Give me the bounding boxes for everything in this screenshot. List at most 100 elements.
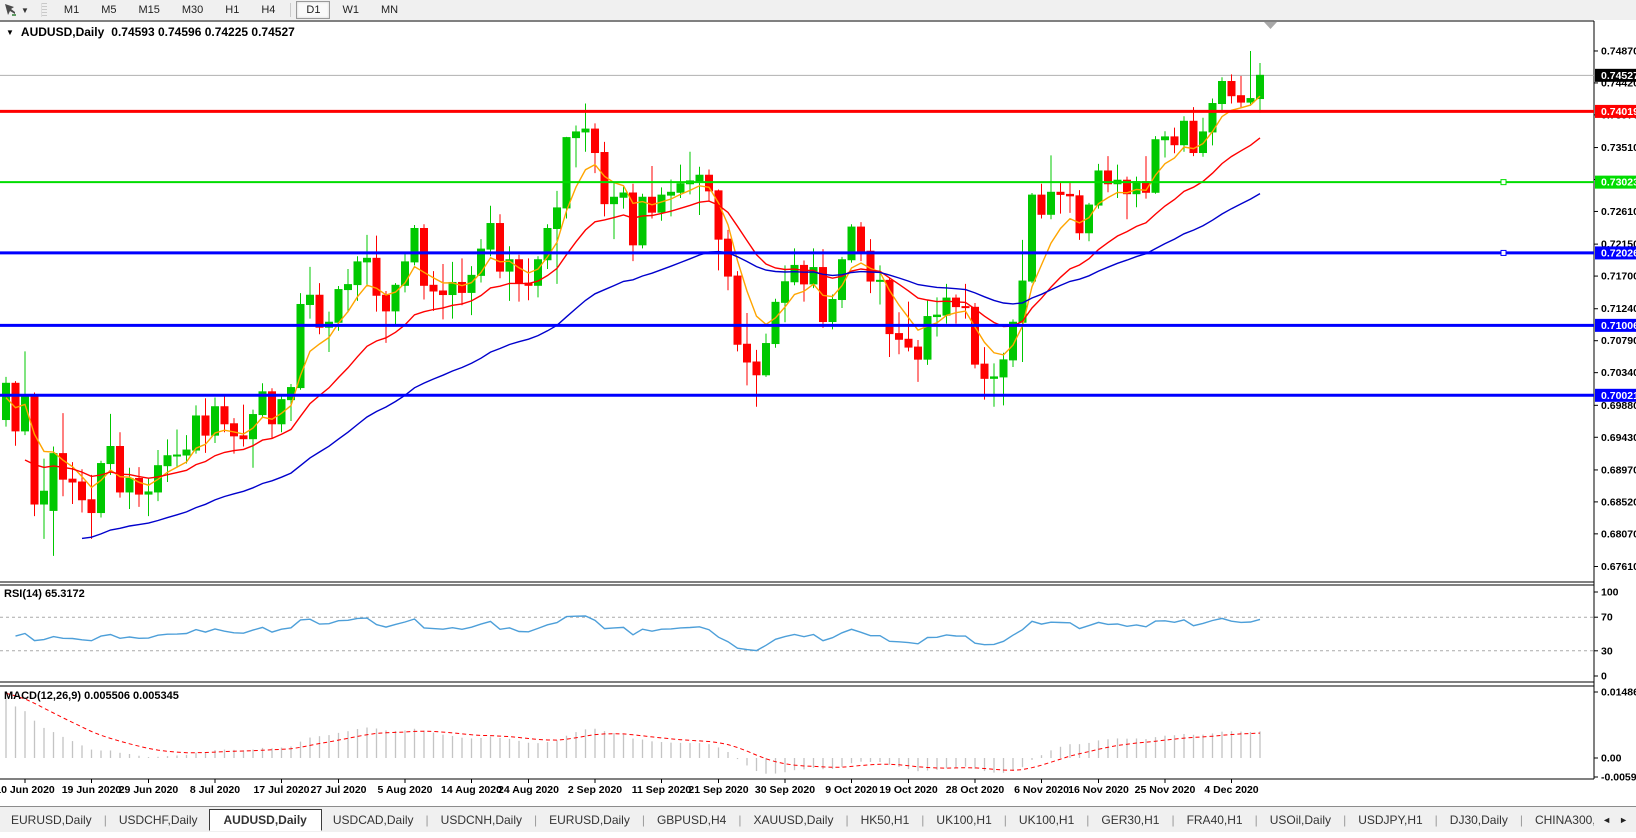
- candle-body: [620, 193, 627, 197]
- date-label: 19 Oct 2020: [879, 784, 938, 796]
- candle-body: [164, 456, 171, 466]
- timeframe-d1[interactable]: D1: [296, 1, 330, 19]
- tab-scroll-right-icon[interactable]: ►: [1619, 815, 1628, 825]
- candle-body: [31, 397, 38, 504]
- tab-xauusd-daily[interactable]: XAUUSD,Daily: [742, 809, 844, 831]
- candle-body: [896, 334, 903, 340]
- date-label: 24 Aug 2020: [498, 784, 559, 796]
- timeframe-h1[interactable]: H1: [215, 1, 249, 19]
- toolbar-grip[interactable]: [41, 3, 47, 17]
- tab-audusd-daily[interactable]: AUDUSD,Daily: [209, 809, 322, 831]
- tab-eurusd-daily[interactable]: EURUSD,Daily: [538, 809, 641, 831]
- candle-body: [354, 262, 361, 285]
- tab-usdjpy-h1[interactable]: USDJPY,H1: [1347, 809, 1433, 831]
- tab-ger30-h1[interactable]: GER30,H1: [1090, 809, 1170, 831]
- tab-uk100-h1[interactable]: UK100,H1: [1008, 809, 1085, 831]
- tab-eurusd-daily[interactable]: EURUSD,Daily: [0, 809, 103, 831]
- tab-hk50-h1[interactable]: HK50,H1: [850, 809, 921, 831]
- timeframe-m1[interactable]: M1: [54, 1, 89, 19]
- candle-body: [1247, 99, 1254, 103]
- chart-background: [0, 20, 1636, 806]
- candle-body: [972, 307, 979, 364]
- rsi-axis-label: 30: [1601, 645, 1613, 657]
- date-label: 4 Dec 2020: [1204, 784, 1258, 796]
- candle-body: [924, 317, 931, 360]
- chart-area[interactable]: 0.748700.744200.739700.735100.730600.726…: [0, 20, 1636, 806]
- tab-usdcnh-daily[interactable]: USDCNH,Daily: [430, 809, 533, 831]
- chart-tool-button[interactable]: ▼: [0, 3, 35, 17]
- candle-body: [563, 138, 570, 208]
- price-axis-label: 0.71240: [1601, 303, 1636, 315]
- candle-body: [107, 447, 114, 464]
- price-axis-label: 0.73510: [1601, 142, 1636, 154]
- candle-body: [782, 282, 789, 303]
- candle-body: [1095, 171, 1102, 205]
- tab-usdchf-daily[interactable]: USDCHF,Daily: [108, 809, 209, 831]
- badge-text: 0.71006: [1601, 320, 1636, 332]
- candle-body: [335, 290, 342, 323]
- candle-body: [516, 260, 523, 283]
- candle-body: [668, 192, 675, 195]
- candle-body: [753, 362, 760, 375]
- candle-body: [848, 227, 855, 260]
- date-label: 5 Aug 2020: [377, 784, 432, 796]
- badge-text: 0.73023: [1601, 177, 1636, 189]
- price-axis-label: 0.68520: [1601, 496, 1636, 508]
- candle-body: [725, 239, 732, 276]
- candle-body: [459, 282, 466, 292]
- rsi-label: RSI(14) 65.3172: [4, 588, 85, 600]
- tab-gbpusd-h4[interactable]: GBPUSD,H4: [646, 809, 737, 831]
- price-axis-label: 0.74870: [1601, 45, 1636, 57]
- date-label: 9 Oct 2020: [825, 784, 878, 796]
- current-price-badge: 0.74527: [1595, 69, 1636, 82]
- candle-body: [1038, 195, 1045, 214]
- price-axis-label: 0.69430: [1601, 432, 1636, 444]
- date-label: 19 Jun 2020: [62, 784, 122, 796]
- tab-uk100-h1[interactable]: UK100,H1: [925, 809, 1002, 831]
- tab-usdcad-daily[interactable]: USDCAD,Daily: [322, 809, 425, 831]
- timeframe-m30[interactable]: M30: [172, 1, 213, 19]
- candle-body: [1219, 82, 1226, 104]
- candle-body: [221, 407, 228, 424]
- tab-fra40-h1[interactable]: FRA40,H1: [1176, 809, 1254, 831]
- candle-body: [1257, 75, 1264, 98]
- chevron-down-icon[interactable]: ▼: [21, 6, 29, 15]
- candle-body: [1238, 96, 1245, 102]
- timeframe-mn[interactable]: MN: [371, 1, 408, 19]
- timeframe-m15[interactable]: M15: [128, 1, 169, 19]
- tab-dj30-daily[interactable]: DJ30,Daily: [1439, 809, 1519, 831]
- candle-body: [183, 450, 190, 455]
- tab-china300-h1[interactable]: CHINA300,H1: [1524, 809, 1594, 831]
- timeframe-m5[interactable]: M5: [91, 1, 126, 19]
- price-badge-0.70021: 0.70021: [1595, 389, 1636, 402]
- macd-label: MACD(12,26,9) 0.005506 0.005345: [4, 690, 179, 702]
- timeframe-h4[interactable]: H4: [251, 1, 285, 19]
- candle-body: [487, 224, 494, 250]
- candle-body: [497, 224, 504, 272]
- candle-body: [1171, 137, 1178, 145]
- candle-body: [582, 129, 589, 132]
- macd-axis-label: -0.005938: [1601, 772, 1636, 784]
- candle-body: [772, 302, 779, 343]
- candle-body: [1181, 121, 1188, 144]
- candle-body: [696, 175, 703, 181]
- candle-body: [905, 339, 912, 347]
- candle-body: [991, 377, 998, 378]
- price-axis-label: 0.68070: [1601, 528, 1636, 540]
- hline-handle[interactable]: [1501, 250, 1506, 255]
- hline-handle[interactable]: [1501, 180, 1506, 185]
- rsi-axis-label: 0: [1601, 671, 1607, 683]
- price-badge-0.73023: 0.73023: [1595, 176, 1636, 189]
- candle-body: [1228, 82, 1235, 96]
- date-label: 2 Sep 2020: [568, 784, 622, 796]
- macd-axis-label: 0.014861: [1601, 687, 1636, 699]
- candle-body: [3, 383, 10, 419]
- tab-scroll-left-icon[interactable]: ◄: [1602, 815, 1611, 825]
- date-label: 14 Aug 2020: [441, 784, 502, 796]
- price-axis-label: 0.70790: [1601, 335, 1636, 347]
- candle-body: [1067, 194, 1074, 195]
- date-label: 6 Nov 2020: [1014, 784, 1069, 796]
- tab-usoil-daily[interactable]: USOil,Daily: [1259, 809, 1342, 831]
- collapse-triangle-icon[interactable]: ▼: [6, 28, 14, 37]
- timeframe-w1[interactable]: W1: [332, 1, 369, 19]
